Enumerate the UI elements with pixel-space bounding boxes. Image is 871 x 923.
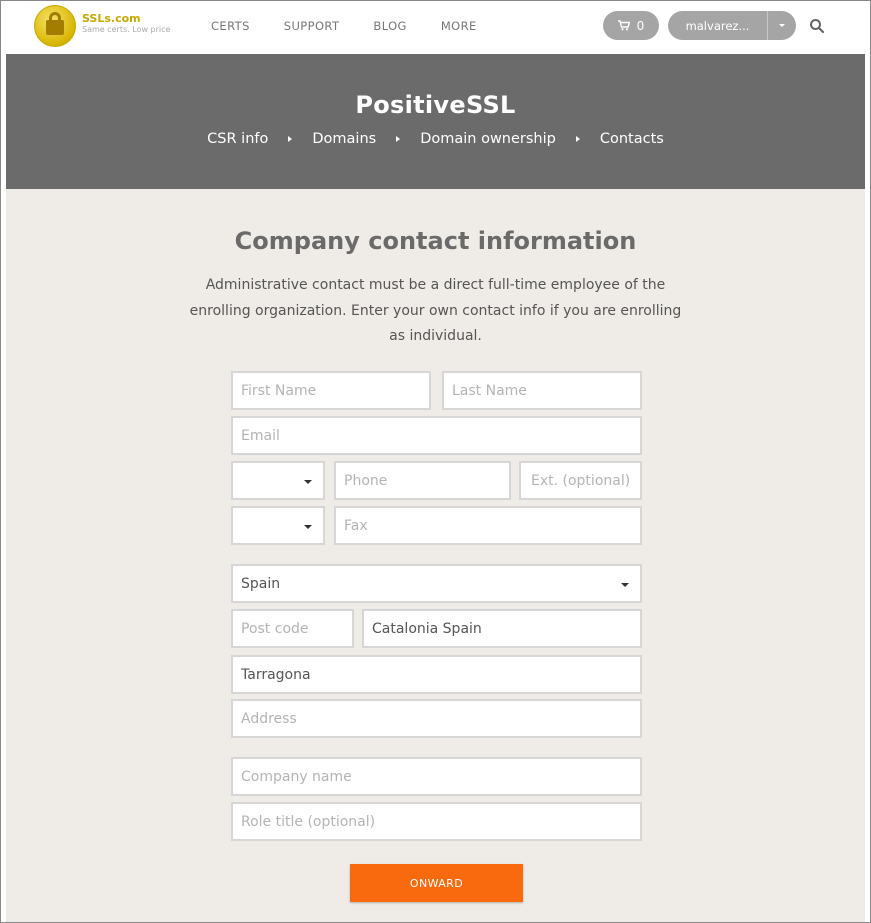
step-domain-ownership[interactable]: Domain ownership [420, 131, 556, 147]
caret-down-icon [621, 583, 629, 587]
product-banner: PositiveSSL CSR info Domains Domain owne… [6, 54, 865, 189]
nav-more[interactable]: MORE [441, 19, 477, 33]
caret-down-icon [304, 525, 312, 529]
fax-country-code-select[interactable] [231, 506, 325, 545]
logo-tagline: Same certs. Low price [82, 25, 171, 34]
first-name-input[interactable] [231, 371, 431, 410]
caret-down-icon [779, 24, 785, 27]
country-select[interactable]: Spain [231, 564, 642, 603]
postcode-input[interactable] [231, 609, 354, 648]
user-menu: malvarez... [668, 11, 796, 40]
phone-input[interactable] [334, 461, 511, 500]
step-domains[interactable]: Domains [312, 131, 376, 147]
fax-input[interactable] [334, 506, 642, 545]
last-name-input[interactable] [442, 371, 642, 410]
step-contacts[interactable]: Contacts [600, 131, 664, 147]
step-arrow-icon [288, 136, 293, 142]
nav-blog[interactable]: BLOG [373, 19, 406, 33]
page: SSLs.com Same certs. Low price CERTS SUP… [0, 0, 871, 923]
role-title-input[interactable] [231, 802, 642, 841]
cart-icon [617, 20, 630, 31]
product-title: PositiveSSL [355, 91, 516, 119]
step-arrow-icon [575, 136, 580, 142]
cart-count: 0 [636, 18, 645, 33]
region-input[interactable] [362, 609, 642, 648]
phone-country-code-select[interactable] [231, 461, 325, 500]
checkout-steps: CSR info Domains Domain ownership Contac… [6, 131, 865, 147]
step-arrow-icon [396, 136, 401, 142]
country-value: Spain [241, 575, 281, 592]
contact-form-section: Company contact information Administrati… [6, 189, 865, 922]
padlock-badge-icon [34, 5, 76, 47]
section-title: Company contact information [234, 227, 637, 255]
onward-button[interactable]: ONWARD [350, 864, 523, 902]
ext-input[interactable] [519, 461, 642, 500]
email-input[interactable] [231, 416, 642, 455]
step-csr-info[interactable]: CSR info [207, 131, 268, 147]
city-input[interactable] [231, 655, 642, 694]
section-description: Administrative contact must be a direct … [189, 277, 682, 344]
cart-button[interactable]: 0 [603, 11, 659, 40]
address-input[interactable] [231, 699, 642, 738]
user-name-button[interactable]: malvarez... [668, 11, 767, 40]
caret-down-icon [304, 480, 312, 484]
company-name-input[interactable] [231, 757, 642, 796]
main-nav: CERTS SUPPORT BLOG MORE [211, 19, 511, 33]
site-logo[interactable]: SSLs.com Same certs. Low price [33, 4, 183, 48]
top-navbar: SSLs.com Same certs. Low price CERTS SUP… [1, 1, 870, 54]
logo-name: SSLs.com [82, 12, 141, 25]
nav-support[interactable]: SUPPORT [284, 19, 340, 33]
user-dropdown-toggle[interactable] [767, 11, 796, 40]
search-icon[interactable] [809, 18, 825, 34]
nav-certs[interactable]: CERTS [211, 19, 250, 33]
